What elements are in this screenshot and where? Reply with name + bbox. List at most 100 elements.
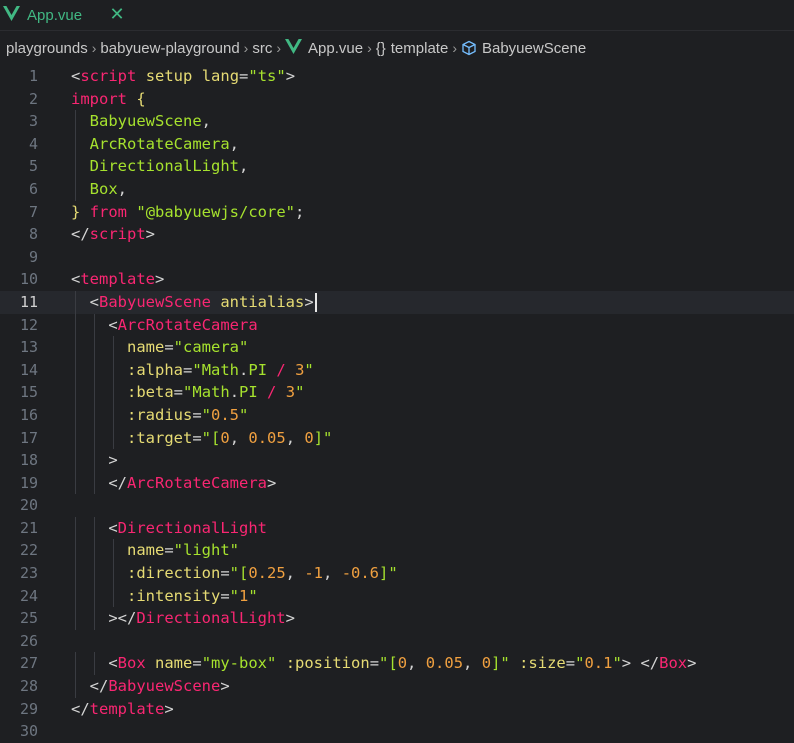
code-token: </ <box>108 473 127 492</box>
code-line[interactable]: 6 Box, <box>0 177 794 201</box>
breadcrumb-item-template[interactable]: template <box>391 40 449 57</box>
code-token: PI <box>239 383 258 402</box>
code-token: > <box>164 699 174 718</box>
code-line[interactable]: 9 <box>0 246 794 269</box>
code-line[interactable]: 28 </BabyuewScene> <box>0 675 794 698</box>
code-line[interactable]: 3 BabyuewScene, <box>0 110 794 133</box>
code-text: Box, <box>71 178 127 201</box>
code-line[interactable]: 23 :direction="[0.25, -1, -0.6]" <box>0 562 794 585</box>
code-token: 3 <box>295 360 305 379</box>
code-line[interactable]: 19 </ArcRotateCamera> <box>0 471 794 495</box>
code-token: :size <box>519 654 566 673</box>
breadcrumb-item-src[interactable]: src <box>252 40 272 57</box>
code-line[interactable]: 1 <script setup lang="ts"> <box>0 65 794 88</box>
code-line[interactable]: 24 :intensity="1" <box>0 584 794 608</box>
code-token: "@babyuewjs/core" <box>136 202 295 221</box>
code-token: BabyuewScene <box>99 292 211 311</box>
code-line[interactable]: 14 :alpha="Math.PI / 3" <box>0 358 794 382</box>
line-number: 16 <box>19 405 38 424</box>
code-token: " <box>248 586 258 605</box>
code-token: " <box>192 360 202 379</box>
code-line[interactable]: 26 <box>0 630 794 653</box>
code-line[interactable]: 2 import { <box>0 88 794 111</box>
code-token: " <box>229 586 240 605</box>
code-token: = <box>164 338 174 357</box>
code-token: ArcRotateCamera <box>127 473 267 492</box>
code-token: name <box>155 654 193 673</box>
code-token: = <box>183 360 193 379</box>
chevron-right-icon: › <box>367 40 372 56</box>
line-number: 4 <box>28 134 38 153</box>
breadcrumb-item-babyuewscene[interactable]: BabyuewScene <box>482 40 586 57</box>
code-line[interactable]: 20 <box>0 494 794 517</box>
code-line[interactable]: 30 <box>0 720 794 743</box>
code-line[interactable]: 8 </script> <box>0 223 794 246</box>
editor-tab-bar: App.vue ✕ <box>0 0 794 31</box>
close-icon[interactable]: ✕ <box>107 4 127 25</box>
code-token: 0 <box>220 428 230 447</box>
code-token: " <box>612 654 622 673</box>
code-token: 0 <box>304 428 314 447</box>
code-line[interactable]: 10 <template> <box>0 268 794 291</box>
code-line[interactable]: 27 <Box name="my-box" :position="[0, 0.0… <box>0 652 794 676</box>
code-text: </template> <box>71 698 174 721</box>
code-line[interactable]: 11 <BabyuewScene antialias> <box>0 290 794 314</box>
code-line[interactable]: 16 :radius="0.5" <box>0 403 794 427</box>
code-line[interactable]: 4 ArcRotateCamera, <box>0 132 794 156</box>
code-line[interactable]: 21 <DirectionalLight <box>0 516 794 540</box>
line-number: 28 <box>19 677 38 696</box>
code-token: > <box>285 609 295 628</box>
code-text: DirectionalLight, <box>71 155 249 178</box>
code-token: > <box>285 67 296 85</box>
line-number: 10 <box>19 270 38 289</box>
breadcrumb-item-playgrounds[interactable]: playgrounds <box>6 40 88 57</box>
code-token: . <box>239 360 249 379</box>
code-token: -1 <box>304 564 324 583</box>
code-token: from <box>89 202 128 221</box>
code-token: = <box>239 67 249 85</box>
code-line[interactable]: 22 name="light" <box>0 539 794 563</box>
line-number: 5 <box>28 157 38 176</box>
code-editor[interactable]: 1 <script setup lang="ts"> 2 import {3 Baby… <box>0 65 794 743</box>
code-line[interactable]: 17 :target="[0, 0.05, 0]" <box>0 426 794 450</box>
tab-app-vue[interactable]: App.vue ✕ <box>0 0 140 30</box>
code-line[interactable]: 29 </template> <box>0 698 794 721</box>
code-line[interactable]: 13 name="camera" <box>0 336 794 359</box>
breadcrumb-item-babyuew-playground[interactable]: babyuew-playground <box>100 40 239 57</box>
code-token: " <box>239 405 249 424</box>
code-token: Box <box>659 654 688 673</box>
code-line[interactable]: 15 :beta="Math.PI / 3" <box>0 381 794 404</box>
line-number: 15 <box>19 383 38 402</box>
code-token: :beta <box>127 383 174 402</box>
code-token: { <box>136 89 146 108</box>
line-number: 17 <box>19 428 38 447</box>
code-line[interactable]: 25 ></DirectionalLight> <box>0 607 794 630</box>
cube-icon <box>461 40 477 56</box>
code-token: > <box>304 292 314 311</box>
code-token: " <box>295 383 305 402</box>
code-token: < <box>108 518 118 537</box>
breadcrumb-item-app-vue[interactable]: App.vue <box>308 40 363 57</box>
code-token: < <box>108 654 118 673</box>
code-line[interactable]: 12 <ArcRotateCamera <box>0 313 794 337</box>
code-token: = <box>192 428 202 447</box>
code-token: </ <box>71 225 90 244</box>
code-text: ></DirectionalLight> <box>71 607 295 630</box>
code-token: ArcRotateCamera <box>117 315 258 334</box>
code-line[interactable]: 5 DirectionalLight, <box>0 155 794 178</box>
code-text: } from "@babyuewjs/core"; <box>71 201 304 224</box>
code-line[interactable]: 7} from "@babyuewjs/core"; <box>0 201 794 224</box>
code-text: <Box name="my-box" :position="[0, 0.05, … <box>71 652 696 675</box>
code-line[interactable]: 18 > <box>0 449 794 472</box>
